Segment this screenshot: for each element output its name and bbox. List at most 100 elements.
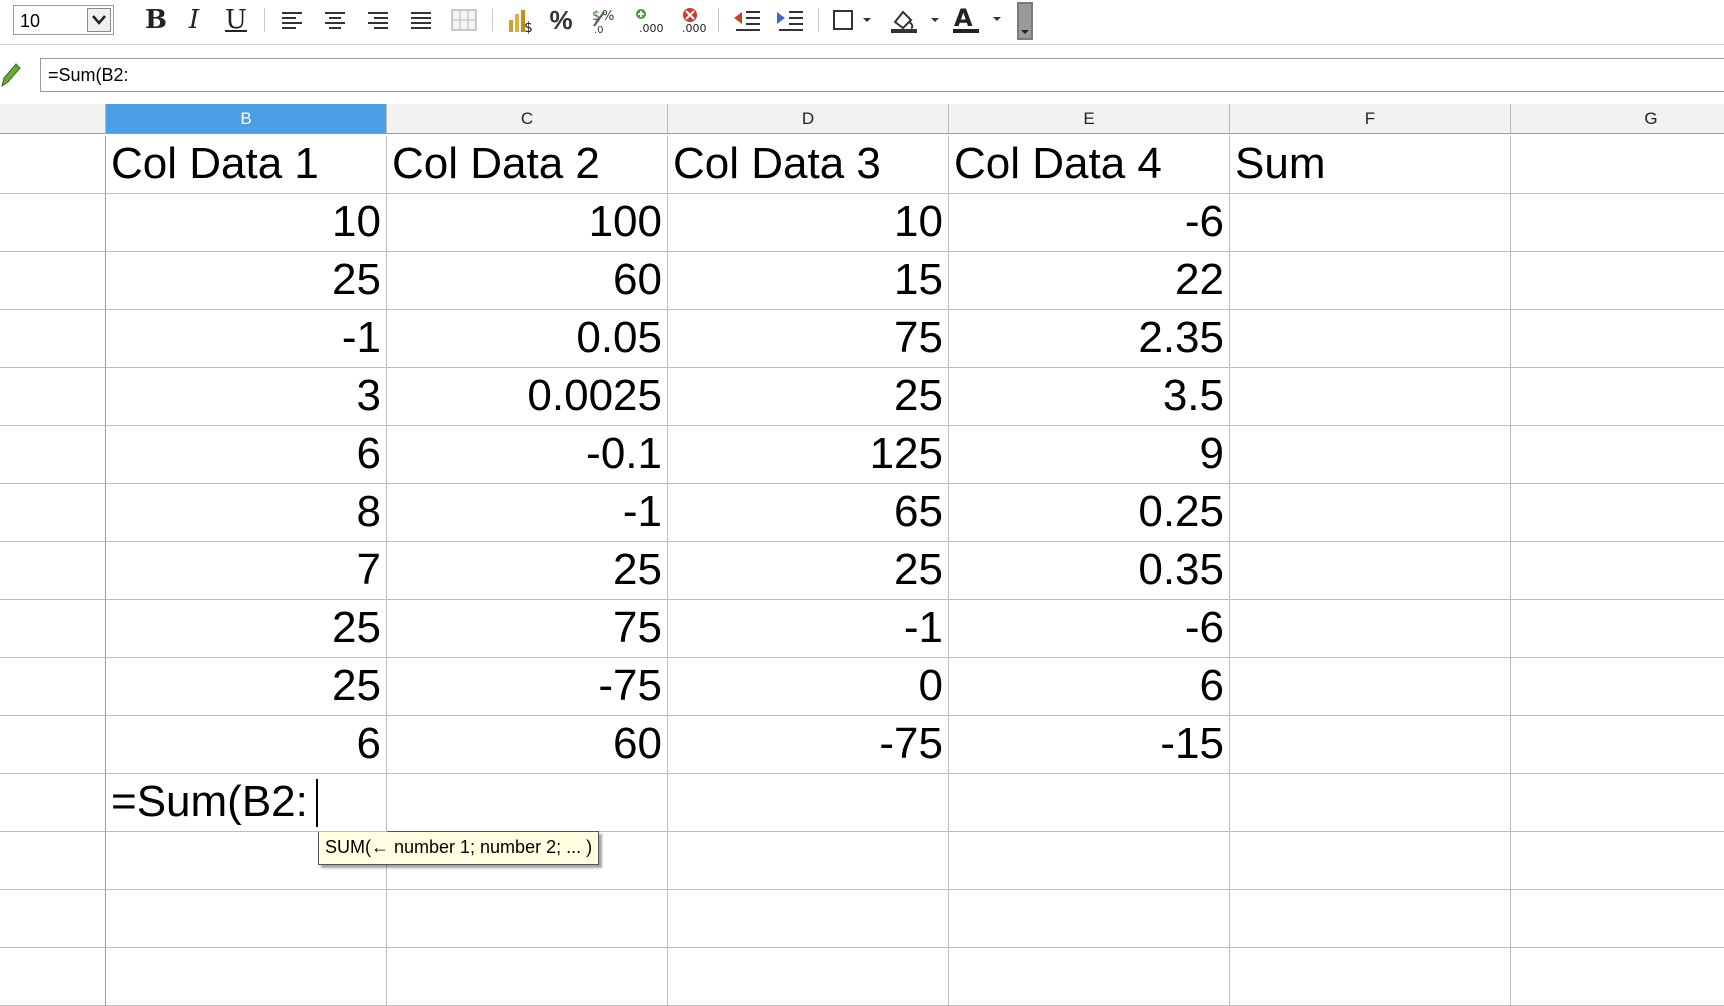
underline-icon[interactable]: U bbox=[220, 4, 252, 36]
data-cell[interactable]: 25 bbox=[668, 542, 949, 600]
align-right-icon[interactable] bbox=[363, 4, 393, 36]
empty-cell[interactable] bbox=[1230, 484, 1511, 542]
align-center-icon[interactable] bbox=[320, 4, 350, 36]
empty-cell[interactable] bbox=[1511, 600, 1724, 658]
standard-format-icon[interactable]: $% .0 bbox=[588, 4, 622, 36]
empty-cell[interactable] bbox=[1230, 194, 1511, 252]
empty-cell[interactable] bbox=[1230, 600, 1511, 658]
background-color-icon[interactable] bbox=[888, 4, 944, 36]
row-header[interactable] bbox=[0, 832, 106, 890]
column-header-e[interactable]: E bbox=[949, 104, 1230, 134]
empty-cell[interactable] bbox=[1230, 832, 1511, 890]
merge-cells-icon[interactable] bbox=[449, 4, 479, 36]
data-cell[interactable]: 25 bbox=[106, 252, 387, 310]
header-cell[interactable]: Sum bbox=[1230, 136, 1511, 194]
data-cell[interactable]: 10 bbox=[106, 194, 387, 252]
data-cell[interactable]: 0.25 bbox=[949, 484, 1230, 542]
empty-cell[interactable] bbox=[1230, 368, 1511, 426]
data-cell[interactable]: 75 bbox=[387, 600, 668, 658]
delete-decimal-icon[interactable]: .000 bbox=[674, 4, 708, 36]
empty-cell[interactable] bbox=[387, 890, 668, 948]
empty-cell[interactable] bbox=[1230, 890, 1511, 948]
formula-input[interactable]: =Sum(B2: bbox=[40, 58, 1724, 92]
empty-cell[interactable] bbox=[949, 832, 1230, 890]
empty-cell[interactable] bbox=[949, 948, 1230, 1006]
empty-cell[interactable] bbox=[106, 948, 387, 1006]
row-header[interactable] bbox=[0, 368, 106, 426]
empty-cell[interactable] bbox=[1230, 658, 1511, 716]
row-header[interactable] bbox=[0, 136, 106, 194]
empty-cell[interactable] bbox=[1230, 542, 1511, 600]
data-cell[interactable]: 25 bbox=[106, 600, 387, 658]
justify-icon[interactable] bbox=[406, 4, 436, 36]
font-color-icon[interactable]: A bbox=[950, 4, 1006, 36]
data-cell[interactable]: -75 bbox=[668, 716, 949, 774]
empty-cell[interactable] bbox=[1511, 832, 1724, 890]
data-cell[interactable]: 25 bbox=[106, 658, 387, 716]
borders-icon[interactable] bbox=[830, 4, 874, 36]
data-cell[interactable]: 2.35 bbox=[949, 310, 1230, 368]
data-cell[interactable]: 65 bbox=[668, 484, 949, 542]
bold-icon[interactable]: B bbox=[140, 4, 172, 36]
data-cell[interactable]: -15 bbox=[949, 716, 1230, 774]
row-header[interactable] bbox=[0, 600, 106, 658]
row-header[interactable] bbox=[0, 542, 106, 600]
empty-cell[interactable] bbox=[1230, 716, 1511, 774]
font-size-select[interactable]: 10 bbox=[13, 5, 114, 35]
empty-cell[interactable] bbox=[668, 832, 949, 890]
row-header[interactable] bbox=[0, 252, 106, 310]
data-cell[interactable]: 8 bbox=[106, 484, 387, 542]
row-header[interactable] bbox=[0, 194, 106, 252]
row-header[interactable] bbox=[0, 716, 106, 774]
empty-cell[interactable] bbox=[1511, 484, 1724, 542]
data-cell[interactable]: -6 bbox=[949, 194, 1230, 252]
empty-cell[interactable] bbox=[949, 774, 1230, 832]
data-cell[interactable]: 0.0025 bbox=[387, 368, 668, 426]
data-cell[interactable]: 0 bbox=[668, 658, 949, 716]
empty-cell[interactable] bbox=[1511, 310, 1724, 368]
row-header[interactable] bbox=[0, 426, 106, 484]
chevron-down-icon[interactable] bbox=[87, 8, 111, 32]
empty-cell[interactable] bbox=[387, 948, 668, 1006]
row-header[interactable] bbox=[0, 658, 106, 716]
empty-cell[interactable] bbox=[106, 890, 387, 948]
add-decimal-icon[interactable]: .000 bbox=[631, 4, 665, 36]
data-cell[interactable]: 100 bbox=[387, 194, 668, 252]
header-cell[interactable]: Col Data 4 bbox=[949, 136, 1230, 194]
data-cell[interactable]: 125 bbox=[668, 426, 949, 484]
row-header[interactable] bbox=[0, 774, 106, 832]
empty-cell[interactable] bbox=[1511, 542, 1724, 600]
empty-cell[interactable] bbox=[1511, 774, 1724, 832]
empty-cell[interactable] bbox=[949, 890, 1230, 948]
column-header-c[interactable]: C bbox=[387, 104, 668, 134]
data-cell[interactable]: 10 bbox=[668, 194, 949, 252]
empty-cell[interactable] bbox=[387, 774, 668, 832]
empty-cell[interactable] bbox=[1511, 658, 1724, 716]
row-header[interactable] bbox=[0, 890, 106, 948]
column-header-b[interactable]: B bbox=[106, 104, 387, 134]
row-header[interactable] bbox=[0, 310, 106, 368]
empty-cell[interactable] bbox=[1230, 426, 1511, 484]
row-header[interactable] bbox=[0, 484, 106, 542]
data-cell[interactable]: -75 bbox=[387, 658, 668, 716]
header-cell[interactable]: Col Data 1 bbox=[106, 136, 387, 194]
empty-cell[interactable] bbox=[1230, 252, 1511, 310]
data-cell[interactable]: 6 bbox=[106, 716, 387, 774]
data-cell[interactable]: -1 bbox=[106, 310, 387, 368]
header-cell[interactable]: Col Data 3 bbox=[668, 136, 949, 194]
italic-icon[interactable]: I bbox=[178, 4, 210, 36]
empty-cell[interactable] bbox=[1511, 368, 1724, 426]
data-cell[interactable]: -1 bbox=[387, 484, 668, 542]
column-header-d[interactable]: D bbox=[668, 104, 949, 134]
percent-icon[interactable]: % bbox=[547, 4, 575, 36]
empty-cell[interactable] bbox=[1230, 774, 1511, 832]
data-cell[interactable]: 25 bbox=[668, 368, 949, 426]
data-cell[interactable]: 3 bbox=[106, 368, 387, 426]
column-header-f[interactable]: F bbox=[1230, 104, 1511, 134]
data-cell[interactable]: 75 bbox=[668, 310, 949, 368]
empty-cell[interactable] bbox=[668, 774, 949, 832]
data-cell[interactable]: 7 bbox=[106, 542, 387, 600]
increase-indent-icon[interactable] bbox=[773, 4, 807, 36]
empty-cell[interactable] bbox=[1230, 310, 1511, 368]
data-cell[interactable]: 9 bbox=[949, 426, 1230, 484]
